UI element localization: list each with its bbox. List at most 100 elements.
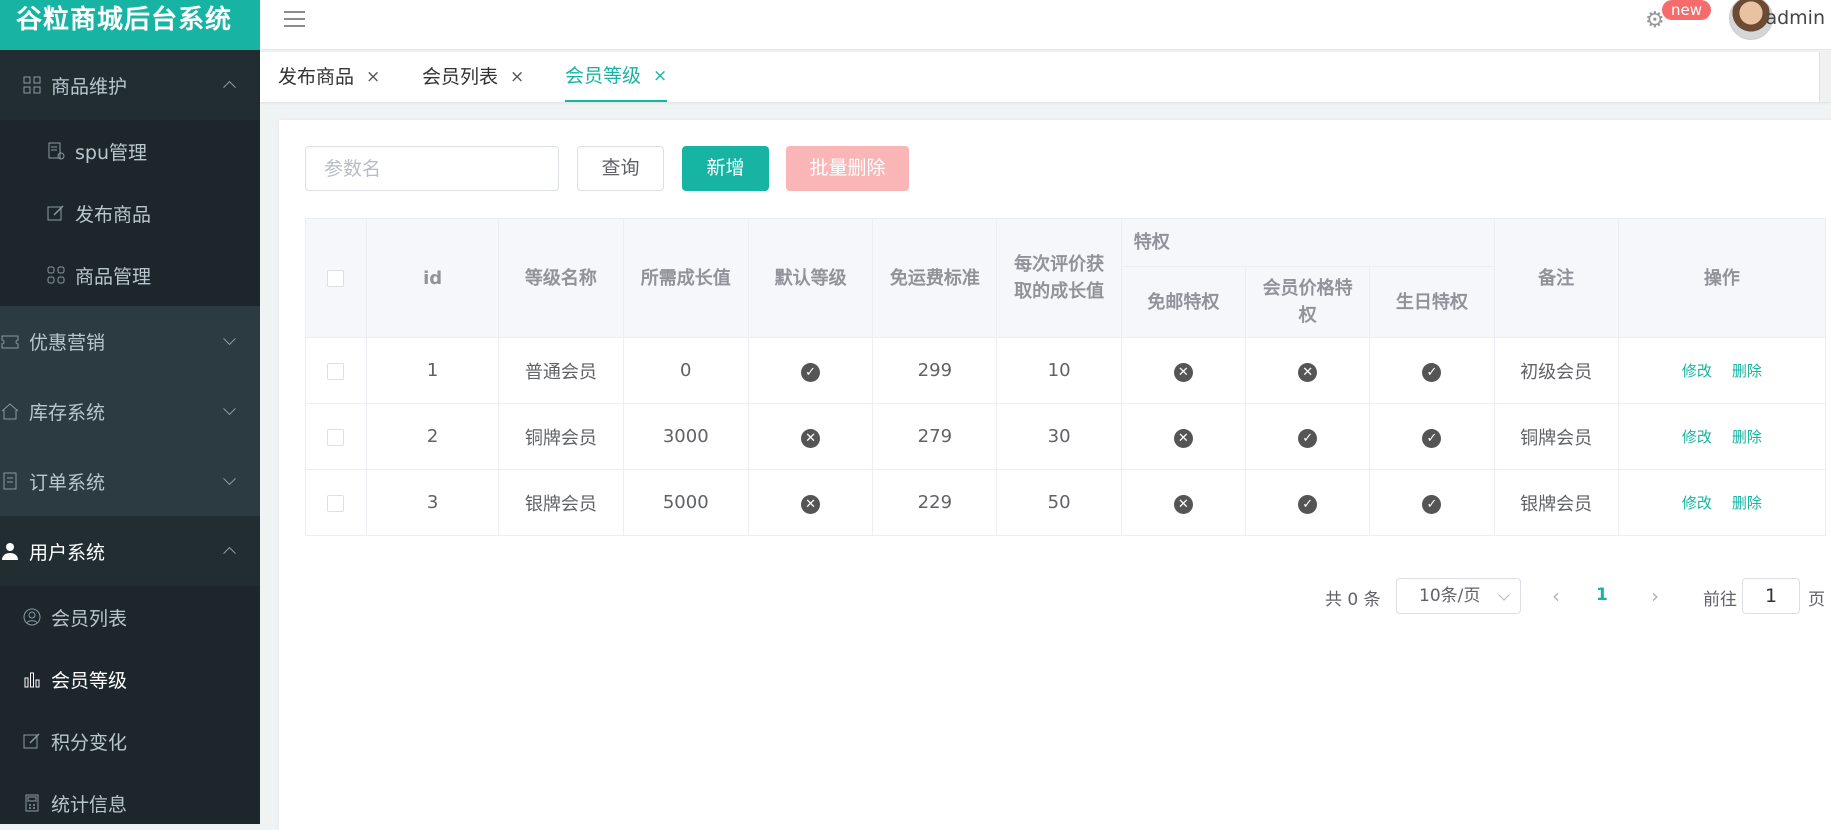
select-cell [305, 337, 367, 404]
column-header: 备注 [1493, 218, 1619, 338]
select-cell [305, 469, 367, 536]
sidebar-group-stock[interactable]: 库存系统 [0, 376, 260, 446]
birthday-cell: ✓ [1369, 469, 1495, 536]
calculator-icon [22, 793, 42, 813]
next-page-icon[interactable]: › [1651, 584, 1659, 608]
sidebar-group-order[interactable]: 订单系统 [0, 446, 260, 516]
query-button[interactable]: 查询 [577, 146, 664, 191]
sidebar-group-product[interactable]: 商品维护 [0, 50, 260, 120]
top-header: ⚙ new admin [260, 0, 1831, 50]
delete-link[interactable]: 删除 [1732, 494, 1762, 512]
column-header: 等级名称 [498, 218, 624, 338]
tab-member-level[interactable]: 会员等级 × [565, 52, 668, 102]
close-icon[interactable]: × [653, 53, 667, 99]
goto-label: 前往 [1703, 590, 1737, 610]
tab-label: 会员列表 [422, 66, 499, 88]
edit-link[interactable]: 修改 [1682, 362, 1712, 380]
page-number[interactable]: 1 [1596, 585, 1608, 605]
batch-delete-button[interactable]: 批量删除 [786, 146, 909, 191]
free-ship-cell: ✕ [1120, 403, 1247, 470]
name-cell: 铜牌会员 [498, 403, 624, 470]
default-cell: ✓ [747, 337, 874, 404]
member-price-cell: ✓ [1245, 403, 1371, 470]
add-button[interactable]: 新增 [682, 146, 769, 191]
id-cell: 1 [365, 337, 500, 404]
chevron-down-icon [223, 472, 236, 486]
close-icon[interactable]: × [366, 54, 380, 100]
ops-cell: 修改 删除 [1617, 403, 1827, 470]
goto-page-input[interactable]: 1 [1742, 578, 1800, 614]
sidebar-item-stats[interactable]: 统计信息 [0, 772, 260, 824]
column-header: 免邮特权 [1120, 266, 1247, 338]
check-circle-icon: ✓ [1298, 494, 1318, 514]
sidebar-group-label: 库存系统 [29, 401, 106, 424]
delete-link[interactable]: 删除 [1732, 428, 1762, 446]
total-count: 共 0 条 [1325, 590, 1381, 610]
row-checkbox[interactable] [327, 362, 345, 380]
comment-growth-cell: 50 [996, 469, 1122, 536]
ticket-icon [0, 331, 20, 351]
document-icon [0, 471, 20, 491]
tab-label: 发布商品 [278, 66, 355, 88]
search-input[interactable] [305, 146, 559, 191]
note-cell: 银牌会员 [1493, 469, 1619, 536]
cross-circle-icon: ✕ [801, 428, 821, 448]
birthday-cell: ✓ [1369, 403, 1495, 470]
check-circle-icon: ✓ [1422, 428, 1442, 448]
column-group-header: 特权 [1120, 218, 1495, 267]
username[interactable]: admin [1765, 7, 1825, 29]
column-header: 生日特权 [1369, 266, 1495, 338]
note-cell: 初级会员 [1493, 337, 1619, 404]
tab-publish-product[interactable]: 发布商品 × [278, 52, 380, 102]
pagination: 共 0 条 10条/页 ‹ 1 › 前往 1 页 [279, 578, 1831, 614]
sidebar-item-points[interactable]: 积分变化 [0, 710, 260, 772]
member-level-table: id 等级名称 所需成长值 默认等级 免运费标准 每次评价获取的成长值 特权 备… [305, 218, 1827, 536]
name-cell: 普通会员 [498, 337, 624, 404]
grid-icon [22, 75, 42, 95]
main-panel: 查询 新增 批量删除 id 等级名称 所需成长值 默认等级 免运费标准 每次评价… [279, 120, 1831, 830]
free-ship-cell: ✕ [1120, 337, 1247, 404]
delete-link[interactable]: 删除 [1732, 362, 1762, 380]
sidebar-item-spu[interactable]: spu管理 [0, 120, 260, 182]
ops-cell: 修改 删除 [1617, 337, 1827, 404]
default-cell: ✕ [747, 403, 874, 470]
id-cell: 2 [365, 403, 500, 470]
sidebar-item-member-level[interactable]: 会员等级 [0, 648, 260, 710]
table-row: 3 银牌会员 5000 ✕ 229 50 ✕ ✓ ✓ 银牌会员 修改 删除 [305, 469, 1827, 536]
sidebar-item-product-manage[interactable]: 商品管理 [0, 244, 260, 306]
sidebar-group-coupon[interactable]: 优惠营销 [0, 306, 260, 376]
prev-page-icon[interactable]: ‹ [1552, 584, 1560, 608]
new-badge: new [1661, 0, 1711, 20]
ops-cell: 修改 删除 [1617, 469, 1827, 536]
column-header: id [365, 218, 500, 338]
member-price-cell: ✕ [1245, 337, 1371, 404]
sidebar-item-label: 统计信息 [51, 793, 128, 816]
default-cell: ✕ [747, 469, 874, 536]
chevron-up-icon [223, 80, 236, 94]
grid-icon [46, 265, 66, 285]
tab-scrollbar[interactable] [1819, 52, 1831, 102]
edit-link[interactable]: 修改 [1682, 428, 1712, 446]
column-header: 每次评价获取的成长值 [996, 218, 1122, 338]
row-checkbox[interactable] [327, 428, 345, 446]
sidebar-item-member-list[interactable]: 会员列表 [0, 586, 260, 648]
growth-cell: 0 [622, 337, 749, 404]
cross-circle-icon: ✕ [1173, 494, 1193, 514]
cross-circle-icon: ✕ [801, 494, 821, 514]
sidebar-item-label: 发布商品 [75, 203, 152, 226]
sidebar-group-label: 订单系统 [29, 471, 106, 494]
menu-toggle-icon[interactable] [284, 11, 305, 27]
sidebar-group-label: 用户系统 [29, 541, 106, 564]
tab-member-list[interactable]: 会员列表 × [422, 52, 524, 102]
page-size-select[interactable]: 10条/页 [1396, 578, 1521, 614]
product-submenu: spu管理 发布商品 商品管理 [0, 120, 260, 306]
edit-link[interactable]: 修改 [1682, 494, 1712, 512]
id-cell: 3 [365, 469, 500, 536]
close-icon[interactable]: × [510, 54, 524, 100]
select-all-checkbox[interactable] [327, 270, 345, 287]
note-cell: 铜牌会员 [1493, 403, 1619, 470]
row-checkbox[interactable] [327, 494, 345, 512]
sidebar-item-publish[interactable]: 发布商品 [0, 182, 260, 244]
sidebar-group-user[interactable]: 用户系统 [0, 516, 260, 586]
sidebar-item-label: spu管理 [75, 141, 148, 164]
